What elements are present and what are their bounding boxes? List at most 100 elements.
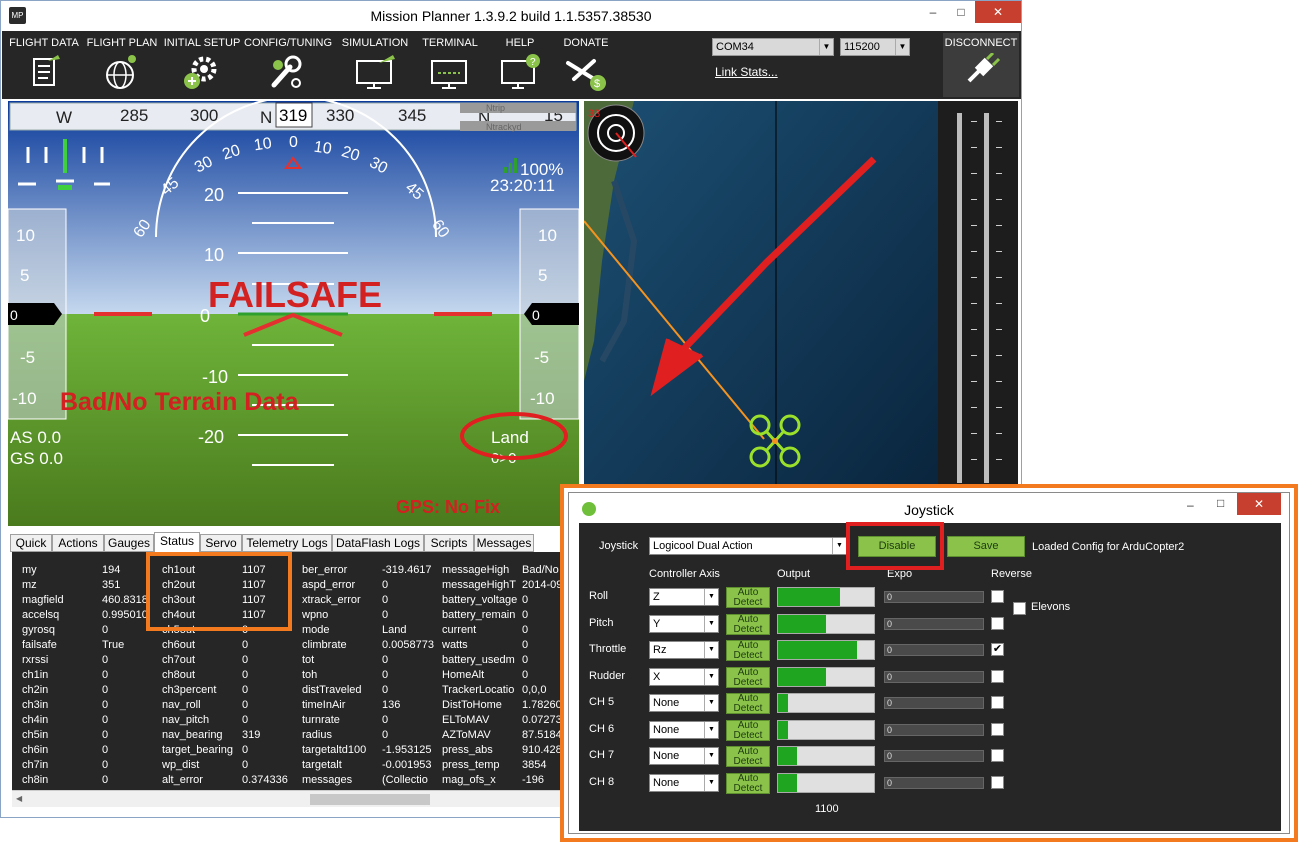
status-key: distTraveled [302,684,362,696]
chevron-down-icon: ▼ [895,39,909,55]
auto-detect-button[interactable]: Auto Detect [726,719,770,741]
expo-slider[interactable]: 0 [884,644,984,656]
axis-select[interactable]: X ▼ [649,667,719,686]
save-button[interactable]: Save [947,536,1025,557]
scroll-thumb[interactable] [310,794,430,805]
axis-select[interactable]: Z ▼ [649,588,719,606]
axis-select[interactable]: None ▼ [649,720,719,739]
toolbar-flight-plan[interactable]: FLIGHT PLAN [84,31,160,99]
reverse-checkbox[interactable] [991,775,1004,789]
title-bar[interactable]: MP Mission Planner 1.3.9.2 build 1.1.535… [1,1,1021,31]
ntrip-tag [460,103,576,113]
axis-value: None [653,750,680,762]
status-key: nav_roll [162,699,201,711]
baud-rate-select[interactable]: 115200 ▼ [840,38,910,56]
tab-actions[interactable]: Actions [52,534,104,552]
disconnect-button[interactable]: DISCONNECT [943,33,1019,97]
reverse-checkbox[interactable] [991,749,1004,762]
toolbar-label: TERMINAL [422,37,478,49]
axis-select[interactable]: Rz ▼ [649,641,719,659]
status-key: DistToHome [442,699,502,711]
axis-select[interactable]: Y ▼ [649,614,719,633]
output-fill [778,641,857,659]
toolbar-simulation[interactable]: SIMULATION [338,31,412,99]
scroll-left-icon[interactable]: ◀ [16,794,22,803]
link-stats-link[interactable]: Link Stats... [715,65,778,79]
status-key: target_bearing [162,744,233,756]
status-value: 0 [242,759,249,771]
map-view[interactable]: 33 [584,101,938,526]
loaded-config-message: Loaded Config for ArduCopter2 [1032,541,1185,553]
axis-select[interactable]: None ▼ [649,773,719,792]
tab-dataflash-logs[interactable]: DataFlash Logs [332,534,424,552]
status-key: TrackerLocatio [442,684,515,696]
tab-gauges[interactable]: Gauges [104,534,154,552]
reverse-checkbox[interactable] [991,722,1004,736]
toolbar-help[interactable]: HELP ? [488,31,552,99]
axis-select[interactable]: None ▼ [649,747,719,765]
status-key: watts [442,639,468,651]
toolbar-terminal[interactable]: TERMINAL [416,31,484,99]
reverse-checkbox[interactable] [991,669,1004,683]
toolbar-label: FLIGHT DATA [9,37,79,49]
status-value: True [102,639,125,651]
status-value: -0.001953 [382,759,432,771]
toolbar-config-tuning[interactable]: CONFIG/TUNING [244,31,332,99]
toolbar-flight-data[interactable]: FLIGHT DATA [8,31,80,99]
expo-slider[interactable]: 0 [884,617,984,630]
status-key: AZToMAV [442,729,491,741]
maximize-button[interactable]: □ [947,1,975,23]
reverse-checkbox[interactable] [991,590,1004,603]
expo-slider[interactable]: 0 [884,723,984,736]
axis-select[interactable]: None ▼ [649,694,719,712]
auto-detect-button[interactable]: Auto Detect [726,613,770,635]
status-value: 0 [102,744,109,756]
expo-slider[interactable]: 0 [884,591,984,603]
axis-value: None [653,723,680,736]
output-bar [777,719,875,740]
tab-messages[interactable]: Messages [474,534,534,552]
toolbar-initial-setup[interactable]: INITIAL SETUP [162,31,242,99]
gauge-bar [984,113,989,483]
minimize-button[interactable]: – [919,1,947,23]
joystick-maximize-button[interactable]: □ [1217,496,1224,510]
elevons-checkbox[interactable] [1013,602,1026,615]
joystick-device-select[interactable]: Logicool Dual Action ▼ [649,537,847,555]
output-bar [777,746,875,766]
reverse-checkbox[interactable] [991,616,1004,630]
status-key: ch2in [22,684,49,696]
auto-detect-button[interactable]: Auto Detect [726,666,770,688]
auto-detect-button[interactable]: Auto Detect [726,693,770,714]
joystick-device-value: Logicool Dual Action [653,540,753,552]
joystick-title: Joystick [904,502,954,518]
close-button[interactable]: ✕ [975,1,1021,23]
status-key: xtrack_error [302,594,361,606]
expo-slider[interactable]: 0 [884,670,984,683]
com-port-select[interactable]: COM34 ▼ [712,38,834,56]
tab-quick[interactable]: Quick [10,534,52,552]
status-key: wp_dist [162,759,200,771]
status-key: press_temp [442,759,500,771]
expo-slider[interactable]: 0 [884,776,984,789]
channel-name: CH 8 [589,775,615,788]
expo-slider[interactable]: 0 [884,697,984,709]
expo-slider[interactable]: 0 [884,750,984,762]
reverse-checkbox[interactable] [991,696,1004,709]
auto-detect-button[interactable]: Auto Detect [726,746,770,767]
auto-detect-button[interactable]: Auto Detect [726,772,770,794]
tab-scripts[interactable]: Scripts [424,534,474,552]
joystick-close-button[interactable]: ✕ [1237,493,1281,515]
joystick-title-bar[interactable]: Joystick – □ ✕ [569,493,1289,523]
tab-status[interactable]: Status [154,532,200,552]
toolbar-donate[interactable]: DONATE $ [554,31,618,99]
horizontal-scrollbar[interactable]: ◀ ▶ [12,790,582,807]
auto-detect-button[interactable]: Auto Detect [726,640,770,661]
reverse-checkbox[interactable]: ✔ [991,643,1004,656]
toolbar-label: SIMULATION [341,37,409,49]
tab-servo[interactable]: Servo [200,534,242,552]
tab-telemetry-logs[interactable]: Telemetry Logs [242,534,332,552]
axis-value: X [653,670,661,683]
auto-detect-button[interactable]: Auto Detect [726,587,770,608]
joystick-minimize-button[interactable]: – [1187,498,1194,512]
status-key: ch6out [162,639,196,651]
